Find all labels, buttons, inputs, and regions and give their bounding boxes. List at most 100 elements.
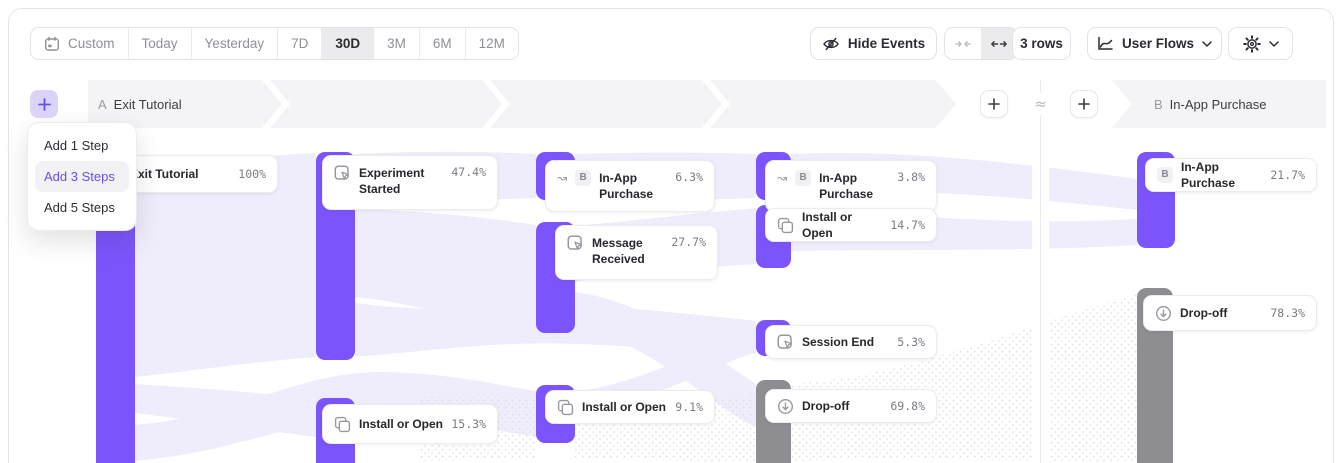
event-icon <box>777 334 794 351</box>
node-card-install-or-open-14[interactable]: Install or Open 14.7% <box>765 208 937 242</box>
node-label: Install or Open <box>802 209 882 241</box>
step-b-label: In-App Purchase <box>1170 97 1267 112</box>
settings-button[interactable] <box>1228 27 1293 60</box>
step-a-label: Exit Tutorial <box>114 97 182 112</box>
hide-events-label: Hide Events <box>848 36 925 51</box>
node-label: Drop-off <box>1180 305 1227 321</box>
date-range-label: 3M <box>387 36 406 51</box>
date-range-30d[interactable]: 30D <box>322 28 374 59</box>
node-card-message-received[interactable]: Message Received 27.7% <box>555 225 718 280</box>
add-step-menu: Add 1 Step Add 3 Steps Add 5 Steps <box>27 122 137 231</box>
event-icon <box>334 165 351 182</box>
node-card-drop-off-69[interactable]: Drop-off 69.8% <box>765 389 937 423</box>
chevron-down-icon <box>1269 41 1279 47</box>
node-label: In-App Purchase <box>1181 159 1262 191</box>
plus-icon <box>988 98 1000 110</box>
width-toggle-group <box>944 27 1018 60</box>
view-selector-label: User Flows <box>1122 36 1194 51</box>
date-range-group: Custom Today Yesterday 7D 30D 3M 6M 12M <box>30 27 519 60</box>
date-range-3m[interactable]: 3M <box>374 28 420 59</box>
expand-arrows-icon <box>991 38 1007 50</box>
node-percent: 3.8% <box>897 170 925 184</box>
add-step-before-button[interactable] <box>980 90 1008 118</box>
collapse-columns-button[interactable] <box>945 28 981 59</box>
node-label: Experiment Started <box>359 165 443 197</box>
drop-off-icon <box>777 398 794 415</box>
node-percent: 100% <box>238 167 266 181</box>
node-label: Install or Open <box>359 416 443 432</box>
node-percent: 9.1% <box>675 400 703 414</box>
gear-icon <box>1243 35 1261 53</box>
node-card-exit-tutorial[interactable]: Exit Tutorial 100% <box>118 155 278 193</box>
date-range-label: Yesterday <box>205 36 265 51</box>
node-label: In-App Purchase <box>599 170 661 202</box>
section-separator-line <box>1040 80 1041 463</box>
chevron-down-icon <box>1202 41 1212 47</box>
node-label: Message Received <box>592 235 660 267</box>
node-percent: 5.3% <box>897 335 925 349</box>
copy-icon <box>777 217 794 234</box>
date-range-label: 12M <box>479 36 505 51</box>
collapse-arrows-icon <box>955 38 971 50</box>
flow-chart-icon <box>1097 36 1114 51</box>
node-card-in-app-purchase-6[interactable]: ↝ B In-App Purchase 6.3% <box>545 160 715 212</box>
node-card-in-app-purchase-21[interactable]: B In-App Purchase 21.7% <box>1145 158 1317 192</box>
view-selector-button[interactable]: User Flows <box>1087 27 1222 60</box>
jump-arrow-icon: ↝ <box>777 170 787 186</box>
add-step-button[interactable] <box>30 90 58 118</box>
step-b-header[interactable]: B In-App Purchase <box>1154 80 1267 128</box>
menu-item-add-1-step[interactable]: Add 1 Step <box>35 130 129 161</box>
date-range-today[interactable]: Today <box>129 28 192 59</box>
plus-icon <box>38 98 51 111</box>
date-range-yesterday[interactable]: Yesterday <box>192 28 279 59</box>
node-label: In-App Purchase <box>819 170 881 202</box>
eye-off-icon <box>822 36 840 52</box>
node-percent: 15.3% <box>451 417 486 431</box>
date-range-custom[interactable]: Custom <box>31 28 129 59</box>
date-range-6m[interactable]: 6M <box>420 28 466 59</box>
node-percent: 78.3% <box>1270 306 1305 320</box>
step-a-header[interactable]: A Exit Tutorial <box>98 80 182 128</box>
step-a-letter: A <box>98 97 107 112</box>
date-range-label: 30D <box>335 36 360 51</box>
node-card-session-end[interactable]: Session End 5.3% <box>765 325 937 359</box>
node-card-experiment-started[interactable]: Experiment Started 47.4% <box>322 155 498 210</box>
event-icon <box>567 235 584 252</box>
node-label: Install or Open <box>582 399 666 415</box>
date-range-label: 6M <box>433 36 452 51</box>
node-percent: 14.7% <box>890 218 925 232</box>
date-range-7d[interactable]: 7D <box>278 28 322 59</box>
calendar-icon <box>44 36 60 52</box>
node-card-in-app-purchase-3[interactable]: ↝ B In-App Purchase 3.8% <box>765 160 937 212</box>
node-card-install-or-open-9[interactable]: Install or Open 9.1% <box>545 390 715 424</box>
date-range-label: 7D <box>291 36 308 51</box>
node-percent: 6.3% <box>675 170 703 184</box>
add-step-after-button[interactable] <box>1070 90 1098 118</box>
rows-button[interactable]: 3 rows <box>1012 27 1071 60</box>
date-range-label: Custom <box>68 36 115 51</box>
jump-arrow-icon: ↝ <box>557 170 567 186</box>
menu-item-add-5-steps[interactable]: Add 5 Steps <box>35 192 129 223</box>
rows-label: 3 rows <box>1020 36 1063 51</box>
node-percent: 47.4% <box>451 165 486 179</box>
menu-item-add-3-steps[interactable]: Add 3 Steps <box>35 161 129 192</box>
user-flows-panel: A Exit Tutorial B In-App Purchase ≈ Exit… <box>0 0 1341 463</box>
date-range-label: Today <box>142 36 178 51</box>
node-card-install-or-open-15[interactable]: Install or Open 15.3% <box>322 404 498 444</box>
date-range-12m[interactable]: 12M <box>466 28 518 59</box>
node-percent: 27.7% <box>671 235 706 249</box>
step-b-badge: B <box>795 170 811 186</box>
drop-off-icon <box>1155 305 1172 322</box>
node-percent: 69.8% <box>890 399 925 413</box>
step-header-band <box>0 0 1341 140</box>
copy-icon <box>557 399 574 416</box>
node-card-drop-off-78[interactable]: Drop-off 78.3% <box>1143 295 1317 331</box>
step-b-badge: B <box>575 170 591 186</box>
step-b-letter: B <box>1154 97 1163 112</box>
hide-events-button[interactable]: Hide Events <box>810 27 937 60</box>
plus-icon <box>1078 98 1090 110</box>
node-percent: 21.7% <box>1270 168 1305 182</box>
node-label: Drop-off <box>802 398 849 414</box>
approx-separator: ≈ <box>1028 93 1053 115</box>
copy-icon <box>334 416 351 433</box>
